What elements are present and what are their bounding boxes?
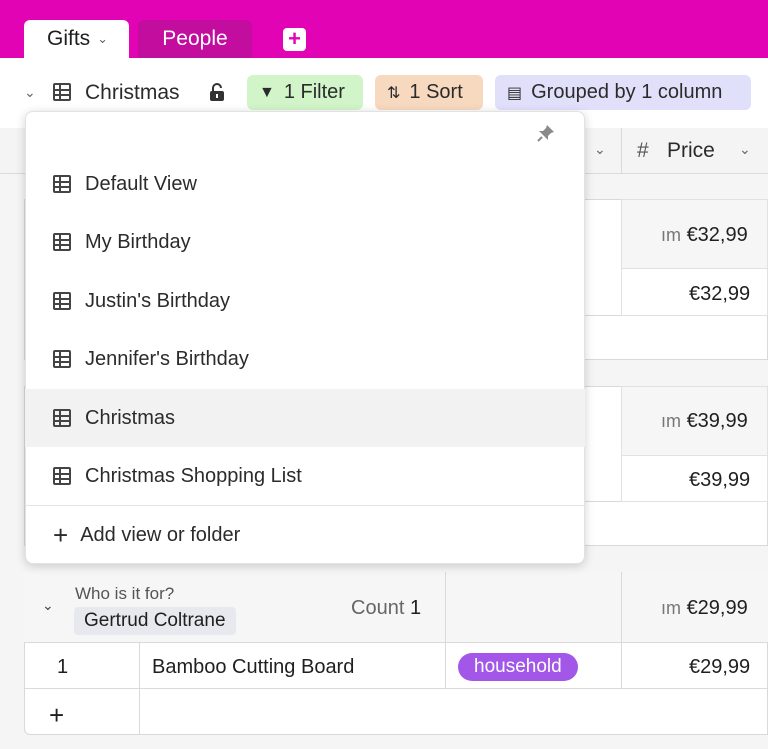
grid-view-icon — [53, 467, 71, 485]
tab-people[interactable]: People — [138, 20, 252, 58]
add-table-button[interactable]: + — [283, 28, 306, 51]
view-item-jennifers-birthday[interactable]: Jennifer's Birthday — [25, 330, 585, 388]
column-divider — [445, 572, 446, 643]
view-item-default-view[interactable]: Default View — [25, 155, 585, 213]
group-count: Count 1 — [351, 597, 421, 620]
filter-button[interactable]: ▼ 1 Filter — [247, 75, 363, 110]
gift-name-cell[interactable]: Bamboo Cutting Board — [152, 656, 354, 679]
grid-view-icon — [53, 233, 71, 251]
filter-icon: ▼ — [259, 83, 275, 101]
add-view-label: Add view or folder — [80, 523, 241, 546]
sum-prefix: ım — [661, 598, 681, 618]
view-item-label: Christmas Shopping List — [85, 464, 302, 487]
chevron-down-icon[interactable]: ⌄ — [97, 31, 108, 47]
group-2-sum-value: €39,99 — [686, 410, 748, 432]
group-3-sum-value: €29,99 — [686, 597, 748, 619]
plus-icon: + — [53, 520, 69, 550]
group-3-sum: ım €29,99 — [661, 597, 748, 620]
tab-gifts-label: Gifts — [47, 27, 91, 50]
view-item-christmas[interactable]: Christmas — [25, 389, 585, 447]
row-index: 1 — [57, 656, 69, 678]
number-field-icon: # — [637, 139, 649, 162]
count-value: 1 — [409, 597, 422, 619]
view-item-label: My Birthday — [85, 230, 191, 253]
price-cell[interactable]: €29,99 — [689, 656, 750, 679]
chevron-down-icon[interactable]: ⌄ — [739, 141, 751, 158]
column-divider — [621, 128, 622, 174]
group-button[interactable]: ▤ Grouped by 1 column — [495, 75, 751, 110]
view-item-my-birthday[interactable]: My Birthday — [25, 213, 585, 271]
view-item-label: Justin's Birthday — [85, 289, 230, 312]
tab-people-label: People — [162, 27, 228, 50]
pin-icon[interactable] — [537, 124, 555, 142]
sort-label: 1 Sort — [409, 81, 463, 103]
grid-view-icon — [53, 83, 71, 101]
group-1-sum: ım €32,99 — [661, 224, 748, 247]
grid-view-icon — [53, 175, 71, 193]
view-item-christmas-shopping-list[interactable]: Christmas Shopping List — [25, 447, 585, 505]
sum-prefix: ım — [661, 225, 681, 245]
price-column-header[interactable]: Price — [667, 139, 715, 163]
group-1-sum-value: €32,99 — [686, 224, 748, 246]
view-item-label: Christmas — [85, 406, 176, 429]
add-view-button[interactable]: + Add view or folder — [25, 507, 585, 563]
group-1-row-price: €32,99 — [689, 283, 751, 305]
grid-view-icon — [53, 350, 71, 368]
sum-prefix: ım — [661, 411, 681, 431]
group-label: Grouped by 1 column — [531, 81, 723, 103]
group-2-sum: ım €39,99 — [661, 410, 748, 433]
column-divider — [621, 572, 622, 689]
group-icon: ▤ — [507, 84, 523, 102]
grid-view-icon — [53, 292, 71, 310]
column-divider — [139, 643, 140, 735]
lock-icon[interactable] — [209, 83, 225, 101]
add-row-button[interactable]: + — [49, 700, 64, 731]
sort-button[interactable]: ⇅ 1 Sort — [375, 75, 483, 110]
view-item-label: Jennifer's Birthday — [85, 347, 249, 370]
current-view-name[interactable]: Christmas — [85, 81, 180, 105]
view-item-label: Default View — [85, 172, 197, 195]
view-item-justins-birthday[interactable]: Justin's Birthday — [25, 272, 585, 330]
sort-icon: ⇅ — [387, 84, 401, 102]
group-2-row-price: €39,99 — [689, 469, 751, 491]
group-value-pill: Gertrud Coltrane — [74, 607, 236, 635]
chevron-down-icon[interactable]: ⌄ — [594, 141, 606, 158]
grid-view-icon — [53, 409, 71, 427]
chevron-down-icon[interactable]: ⌄ — [24, 84, 36, 101]
count-label: Count — [351, 597, 405, 619]
group-field-label: Who is it for? — [75, 584, 175, 603]
dropdown-divider — [25, 505, 585, 506]
filter-label: 1 Filter — [283, 81, 345, 103]
column-divider — [445, 643, 446, 689]
chevron-down-icon[interactable]: ⌄ — [42, 597, 54, 614]
tab-gifts[interactable]: Gifts ⌄ — [24, 20, 129, 58]
row-divider — [24, 688, 768, 689]
category-tag[interactable]: household — [458, 653, 578, 681]
